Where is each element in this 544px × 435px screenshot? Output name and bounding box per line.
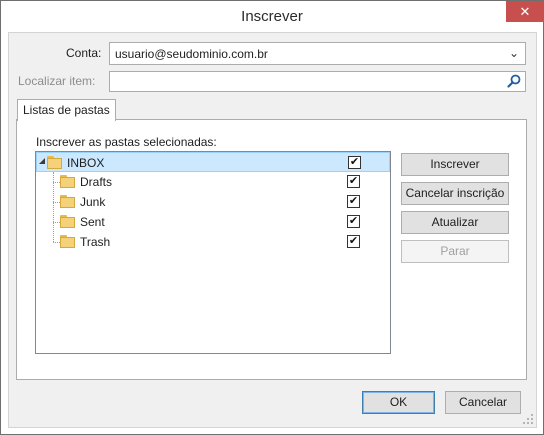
checkbox-drafts[interactable]: ✔ <box>347 175 360 188</box>
dialog-body: Conta: usuario@seudominio.com.br ⌄ Local… <box>8 32 537 428</box>
tree-row-drafts[interactable]: Drafts ✔ <box>36 172 390 192</box>
chevron-down-icon: ⌄ <box>508 46 519 60</box>
tab-folder-lists[interactable]: Listas de pastas <box>17 99 116 121</box>
ok-button[interactable]: OK <box>362 391 435 414</box>
tree-label-trash: Trash <box>80 235 111 249</box>
search-icon[interactable] <box>506 73 522 89</box>
tree-label-drafts: Drafts <box>80 175 113 189</box>
account-dropdown[interactable]: usuario@seudominio.com.br ⌄ <box>109 42 526 65</box>
checkbox-inbox[interactable]: ✔ <box>348 156 361 169</box>
window-title: Inscrever <box>241 8 303 25</box>
tree-row-junk[interactable]: Junk ✔ <box>36 192 390 212</box>
tree-label-sent: Sent <box>80 215 105 229</box>
resize-grip-icon[interactable] <box>522 413 534 425</box>
checkbox-trash[interactable]: ✔ <box>347 235 360 248</box>
search-label: Localizar item: <box>18 74 96 88</box>
tree-row-inbox[interactable]: INBOX ✔ <box>36 152 390 172</box>
folder-icon <box>60 235 75 248</box>
folders-caption: Inscrever as pastas selecionadas: <box>36 135 217 149</box>
account-label: Conta: <box>66 46 102 60</box>
folder-icon <box>60 175 75 188</box>
cancel-button[interactable]: Cancelar <box>445 391 521 414</box>
tree-label-junk: Junk <box>80 195 106 209</box>
tree-row-trash[interactable]: Trash ✔ <box>36 232 390 252</box>
unsubscribe-button[interactable]: Cancelar inscrição <box>401 182 509 205</box>
search-input[interactable] <box>109 71 526 92</box>
tab-folder-lists-label: Listas de pastas <box>23 103 110 117</box>
subscribe-button[interactable]: Inscrever <box>401 153 509 176</box>
folder-lists-panel: Inscrever as pastas selecionadas: INBOX … <box>16 119 527 380</box>
account-value: usuario@seudominio.com.br <box>115 47 268 61</box>
checkbox-junk[interactable]: ✔ <box>347 195 360 208</box>
checkbox-sent[interactable]: ✔ <box>347 215 360 228</box>
tree-row-sent[interactable]: Sent ✔ <box>36 212 390 232</box>
tree-label-inbox: INBOX <box>67 156 105 170</box>
close-button[interactable]: ✕ <box>506 1 544 22</box>
folder-icon <box>60 195 75 208</box>
collapse-arrow-icon[interactable] <box>39 158 45 164</box>
folder-icon <box>47 156 62 169</box>
close-icon: ✕ <box>519 4 531 19</box>
folder-icon <box>60 215 75 228</box>
title-bar[interactable]: Inscrever ✕ <box>1 1 544 32</box>
folder-tree[interactable]: INBOX ✔ Drafts ✔ Junk ✔ Sent ✔ Trash ✔ <box>35 151 391 354</box>
subscribe-dialog: Inscrever ✕ Conta: usuario@seudominio.co… <box>0 0 544 435</box>
stop-button[interactable]: Parar <box>401 240 509 263</box>
refresh-button[interactable]: Atualizar <box>401 211 509 234</box>
